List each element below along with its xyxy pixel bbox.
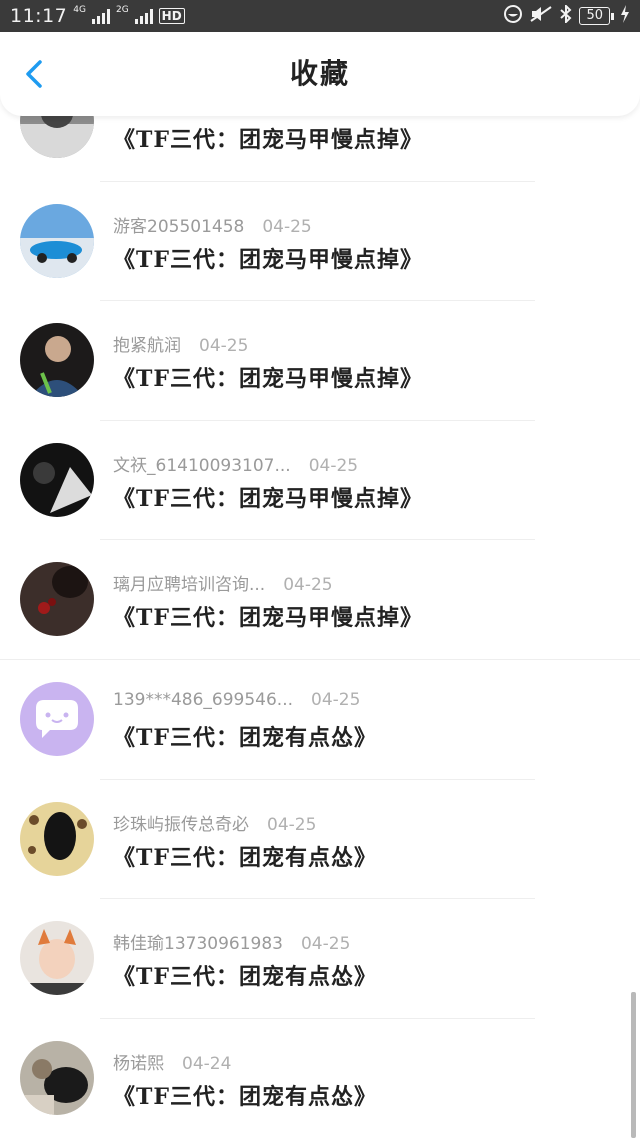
list-item[interactable]: 抱紧航润 04-25 《TF三代：团宠马甲慢点掉》	[0, 301, 640, 421]
book-title[interactable]: 《TF三代：团宠有点怂》	[113, 840, 377, 872]
date: 04-25	[199, 336, 249, 357]
item-meta: 璃月应聘培训咨询... 04-25	[113, 570, 333, 595]
scrollbar[interactable]	[631, 992, 636, 1138]
username: 文祆_61410093107...	[113, 455, 291, 476]
book-title[interactable]: 《TF三代：团宠有点怂》	[113, 959, 377, 991]
username: 游客205501458	[113, 216, 245, 237]
page-title: 收藏	[289, 57, 350, 90]
header-bar: 收藏	[0, 32, 640, 116]
date: 04-25	[311, 689, 361, 710]
avatar	[20, 921, 94, 996]
username: 抱紧航润	[113, 336, 181, 357]
date: 04-25	[267, 814, 317, 835]
avatar	[20, 1040, 94, 1115]
book-title[interactable]: 《TF三代：团宠有点怂》	[113, 720, 377, 752]
item-meta: 珍珠屿振传总奇必 04-25	[113, 810, 316, 835]
username: 珍珠屿振传总奇必	[113, 814, 249, 835]
item-meta: 抱紧航润 04-25	[113, 331, 248, 356]
avatar	[20, 801, 94, 876]
date: 04-25	[283, 575, 333, 596]
mute-icon	[529, 5, 553, 28]
chat-bubble-icon	[20, 681, 94, 756]
item-meta: 杨诺熙 04-24	[113, 1049, 231, 1074]
battery-icon: 50	[579, 7, 614, 25]
date: 04-25	[308, 455, 359, 476]
list-item[interactable]: 139***486_699546... 04-25 《TF三代：团宠有点怂》	[0, 660, 640, 780]
list-item[interactable]: 璃月应聘培训咨询... 04-25 《TF三代：团宠马甲慢点掉》	[0, 540, 640, 660]
status-time: 11:17	[10, 5, 68, 27]
list-item[interactable]: 游客205501458 04-25 《TF三代：团宠马甲慢点掉》	[0, 182, 640, 302]
username: 韩佳瑜13730961983	[113, 934, 283, 955]
item-meta: 韩佳瑜13730961983 04-25	[113, 929, 350, 954]
book-title[interactable]: 《TF三代：团宠有点怂》	[113, 1079, 377, 1111]
avatar	[20, 442, 94, 517]
date: 04-25	[262, 216, 312, 237]
book-title[interactable]: 《TF三代：团宠马甲慢点掉》	[113, 481, 423, 513]
avatar	[20, 562, 94, 637]
book-title[interactable]: 《TF三代：团宠马甲慢点掉》	[113, 242, 423, 274]
item-meta: 文祆_61410093107... 04-25	[113, 451, 358, 476]
favorites-list: 《TF三代：团宠马甲慢点掉》 游客205501458 04-25 《TF三代：团宠…	[0, 62, 640, 1138]
bluetooth-icon	[559, 3, 573, 28]
avatar	[20, 203, 94, 278]
status-left: 11:17 4G 2G HD	[10, 5, 185, 27]
list-item[interactable]: 韩佳瑜13730961983 04-25 《TF三代：团宠有点怂》	[0, 899, 640, 1019]
avatar	[20, 681, 94, 756]
battery-level: 50	[579, 7, 610, 25]
signal-icon	[91, 8, 110, 24]
date: 04-25	[300, 934, 351, 955]
book-title[interactable]: 《TF三代：团宠马甲慢点掉》	[113, 600, 423, 632]
sim2-label: 2G	[115, 5, 129, 15]
status-right: 50	[503, 3, 630, 28]
username: 139***486_699546...	[113, 689, 294, 710]
charging-icon	[620, 4, 630, 28]
wechat-icon	[503, 4, 523, 28]
item-meta: 游客205501458 04-25	[113, 212, 312, 237]
username: 璃月应聘培训咨询...	[113, 575, 266, 596]
item-meta: 139***486_699546... 04-25	[113, 690, 360, 710]
username: 杨诺熙	[113, 1053, 164, 1074]
signal-icon	[134, 8, 153, 24]
avatar	[20, 323, 94, 398]
book-title[interactable]: 《TF三代：团宠马甲慢点掉》	[113, 122, 423, 154]
list-item[interactable]: 杨诺熙 04-24 《TF三代：团宠有点怂》	[0, 1019, 640, 1138]
list-item[interactable]: 珍珠屿振传总奇必 04-25 《TF三代：团宠有点怂》	[0, 780, 640, 900]
list-item[interactable]: 文祆_61410093107... 04-25 《TF三代：团宠马甲慢点掉》	[0, 421, 640, 541]
hd-label: HD	[158, 8, 185, 24]
book-title[interactable]: 《TF三代：团宠马甲慢点掉》	[113, 361, 423, 393]
date: 04-24	[182, 1053, 232, 1074]
status-bar: 11:17 4G 2G HD 50	[0, 0, 640, 32]
sim1-label: 4G	[73, 5, 86, 15]
